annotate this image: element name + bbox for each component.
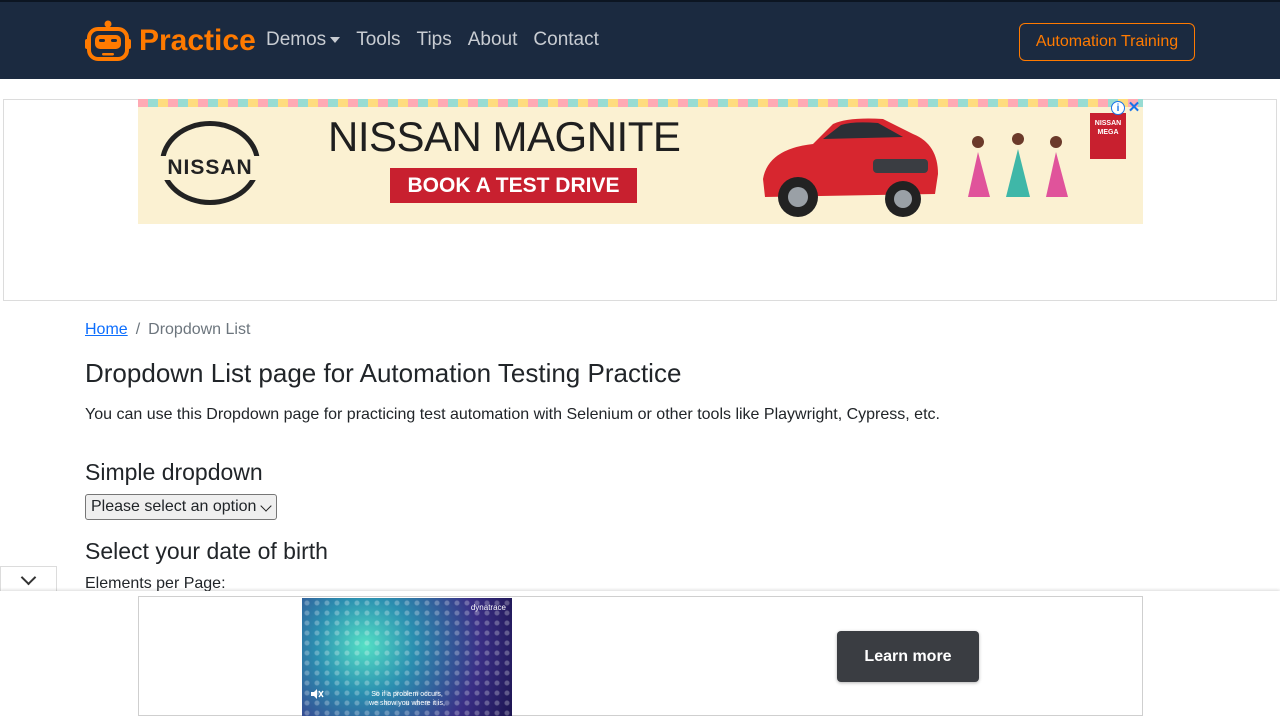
nissan-logo-text: NISSAN <box>159 156 261 180</box>
nav-tips-link[interactable]: Tips <box>417 29 452 51</box>
simple-dropdown-heading: Simple dropdown <box>85 459 263 485</box>
ad-close-icon[interactable]: ✕ <box>1127 99 1141 116</box>
simple-dropdown-value: Please select an option <box>91 498 257 515</box>
collapse-ad-toggle[interactable] <box>0 566 57 593</box>
dancers-illustration-icon <box>968 133 1068 197</box>
nav-about-link[interactable]: About <box>468 29 518 51</box>
nav-tools-link[interactable]: Tools <box>356 29 400 51</box>
nav-demos-label: Demos <box>266 29 327 50</box>
dob-heading: Select your date of birth <box>85 538 328 564</box>
video-caption: So if a problem occurs, we show you wher… <box>302 690 512 708</box>
page-title: Dropdown List page for Automation Testin… <box>85 358 682 388</box>
nissan-mega-badge: NISSAN MEGA <box>1090 113 1126 159</box>
caret-down-icon <box>330 37 341 43</box>
intro-text: You can use this Dropdown page for pract… <box>85 406 940 423</box>
breadcrumb-current: Dropdown List <box>148 321 251 338</box>
brand-logo-link[interactable]: Practice <box>85 18 256 64</box>
nav-tips-label: Tips <box>416 29 452 50</box>
bottom-ad-frame[interactable]: dynatrace So if a problem occurs, we sho… <box>138 596 1143 716</box>
brand-name: Practice <box>139 24 256 57</box>
video-caption-line-2: we show you where it is, <box>369 700 445 707</box>
ad-book-test-drive-button[interactable]: BOOK A TEST DRIVE <box>390 168 637 203</box>
nav-about-label: About <box>467 29 518 50</box>
nav-contact-label: Contact <box>533 29 599 50</box>
nav-demos-dropdown[interactable]: Demos <box>266 29 341 51</box>
breadcrumb: Home / Dropdown List <box>85 321 250 339</box>
car-image-icon <box>763 118 938 217</box>
bottom-sticky-ad: dynatrace So if a problem occurs, we sho… <box>0 591 1280 720</box>
robot-logo-icon <box>85 20 131 61</box>
ad-headline: NISSAN MAGNITE <box>328 113 681 160</box>
nav-contact-link[interactable]: Contact <box>533 29 598 51</box>
nissan-ad-banner[interactable]: NISSAN NISSAN MAGNITE BOOK A TEST DRIVE … <box>138 99 1143 224</box>
top-navbar: Practice Demos Tools Tips About Contact … <box>0 0 1280 79</box>
simple-dropdown-select[interactable]: Please select an option <box>85 494 277 520</box>
chevron-down-icon <box>20 569 37 586</box>
breadcrumb-separator: / <box>135 321 141 338</box>
ad-decor-strip <box>138 99 1143 107</box>
automation-training-button[interactable]: Automation Training <box>1019 23 1195 61</box>
nav-tools-label: Tools <box>356 29 401 50</box>
chevron-down-icon <box>260 500 272 512</box>
breadcrumb-home-link[interactable]: Home <box>85 321 128 339</box>
ad-info-icon[interactable]: i <box>1111 101 1125 115</box>
main-nav: Demos Tools Tips About Contact <box>266 29 615 51</box>
ad-video-player[interactable]: dynatrace So if a problem occurs, we sho… <box>302 598 512 716</box>
video-brand-label: dynatrace <box>470 603 506 612</box>
nissan-logo: NISSAN <box>159 121 261 205</box>
video-caption-line-1: So if a problem occurs, <box>371 691 443 698</box>
learn-more-button[interactable]: Learn more <box>837 631 979 682</box>
